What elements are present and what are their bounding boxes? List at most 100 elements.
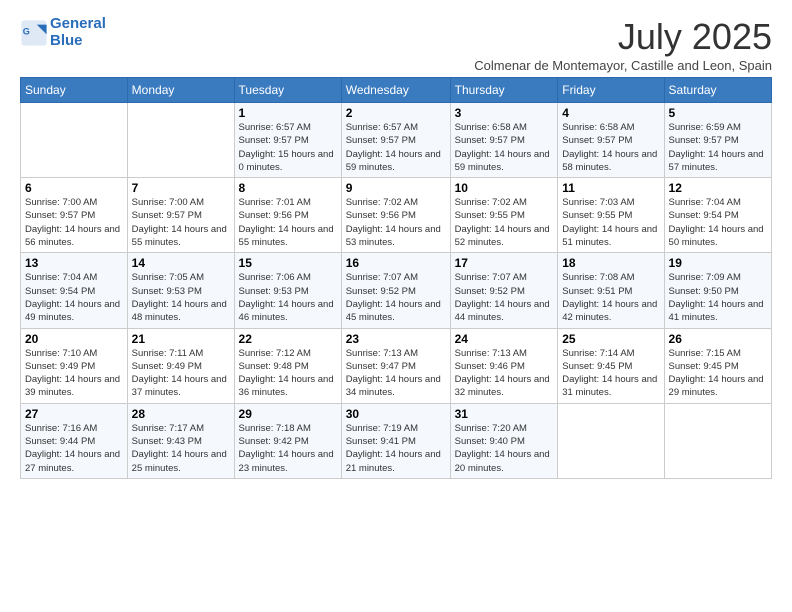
month-title: July 2025	[474, 16, 772, 58]
day-number: 6	[25, 181, 123, 195]
day-cell: 28 Sunrise: 7:17 AMSunset: 9:43 PMDaylig…	[127, 403, 234, 478]
day-number: 27	[25, 407, 123, 421]
day-info: Sunrise: 7:07 AMSunset: 9:52 PMDaylight:…	[455, 271, 554, 324]
day-cell: 14 Sunrise: 7:05 AMSunset: 9:53 PMDaylig…	[127, 253, 234, 328]
day-info: Sunrise: 7:13 AMSunset: 9:46 PMDaylight:…	[455, 347, 554, 400]
day-info: Sunrise: 7:14 AMSunset: 9:45 PMDaylight:…	[562, 347, 659, 400]
day-number: 3	[455, 106, 554, 120]
day-info: Sunrise: 7:04 AMSunset: 9:54 PMDaylight:…	[669, 196, 767, 249]
day-number: 7	[132, 181, 230, 195]
day-number: 31	[455, 407, 554, 421]
day-info: Sunrise: 7:04 AMSunset: 9:54 PMDaylight:…	[25, 271, 123, 324]
day-number: 14	[132, 256, 230, 270]
day-info: Sunrise: 7:00 AMSunset: 9:57 PMDaylight:…	[132, 196, 230, 249]
day-info: Sunrise: 7:00 AMSunset: 9:57 PMDaylight:…	[25, 196, 123, 249]
header-cell-sunday: Sunday	[21, 78, 128, 103]
day-cell: 9 Sunrise: 7:02 AMSunset: 9:56 PMDayligh…	[341, 178, 450, 253]
day-cell: 23 Sunrise: 7:13 AMSunset: 9:47 PMDaylig…	[341, 328, 450, 403]
day-cell: 26 Sunrise: 7:15 AMSunset: 9:45 PMDaylig…	[664, 328, 771, 403]
week-row-2: 13 Sunrise: 7:04 AMSunset: 9:54 PMDaylig…	[21, 253, 772, 328]
day-number: 28	[132, 407, 230, 421]
day-number: 2	[346, 106, 446, 120]
day-cell: 7 Sunrise: 7:00 AMSunset: 9:57 PMDayligh…	[127, 178, 234, 253]
week-row-1: 6 Sunrise: 7:00 AMSunset: 9:57 PMDayligh…	[21, 178, 772, 253]
calendar-table: SundayMondayTuesdayWednesdayThursdayFrid…	[20, 77, 772, 479]
day-number: 10	[455, 181, 554, 195]
day-cell: 2 Sunrise: 6:57 AMSunset: 9:57 PMDayligh…	[341, 103, 450, 178]
day-cell: 30 Sunrise: 7:19 AMSunset: 9:41 PMDaylig…	[341, 403, 450, 478]
day-cell: 27 Sunrise: 7:16 AMSunset: 9:44 PMDaylig…	[21, 403, 128, 478]
day-info: Sunrise: 6:58 AMSunset: 9:57 PMDaylight:…	[562, 121, 659, 174]
day-number: 20	[25, 332, 123, 346]
day-cell	[558, 403, 664, 478]
day-info: Sunrise: 6:57 AMSunset: 9:57 PMDaylight:…	[346, 121, 446, 174]
day-number: 24	[455, 332, 554, 346]
day-info: Sunrise: 7:18 AMSunset: 9:42 PMDaylight:…	[239, 422, 337, 475]
day-info: Sunrise: 6:59 AMSunset: 9:57 PMDaylight:…	[669, 121, 767, 174]
day-cell: 17 Sunrise: 7:07 AMSunset: 9:52 PMDaylig…	[450, 253, 558, 328]
day-info: Sunrise: 7:17 AMSunset: 9:43 PMDaylight:…	[132, 422, 230, 475]
day-cell: 13 Sunrise: 7:04 AMSunset: 9:54 PMDaylig…	[21, 253, 128, 328]
header-cell-saturday: Saturday	[664, 78, 771, 103]
day-info: Sunrise: 7:20 AMSunset: 9:40 PMDaylight:…	[455, 422, 554, 475]
day-number: 1	[239, 106, 337, 120]
day-info: Sunrise: 7:19 AMSunset: 9:41 PMDaylight:…	[346, 422, 446, 475]
day-info: Sunrise: 7:07 AMSunset: 9:52 PMDaylight:…	[346, 271, 446, 324]
day-number: 23	[346, 332, 446, 346]
day-info: Sunrise: 7:16 AMSunset: 9:44 PMDaylight:…	[25, 422, 123, 475]
day-info: Sunrise: 7:06 AMSunset: 9:53 PMDaylight:…	[239, 271, 337, 324]
day-cell: 21 Sunrise: 7:11 AMSunset: 9:49 PMDaylig…	[127, 328, 234, 403]
day-info: Sunrise: 7:12 AMSunset: 9:48 PMDaylight:…	[239, 347, 337, 400]
day-cell: 4 Sunrise: 6:58 AMSunset: 9:57 PMDayligh…	[558, 103, 664, 178]
day-cell: 20 Sunrise: 7:10 AMSunset: 9:49 PMDaylig…	[21, 328, 128, 403]
header-cell-monday: Monday	[127, 78, 234, 103]
day-number: 12	[669, 181, 767, 195]
day-cell: 12 Sunrise: 7:04 AMSunset: 9:54 PMDaylig…	[664, 178, 771, 253]
day-number: 30	[346, 407, 446, 421]
day-info: Sunrise: 7:08 AMSunset: 9:51 PMDaylight:…	[562, 271, 659, 324]
day-info: Sunrise: 7:10 AMSunset: 9:49 PMDaylight:…	[25, 347, 123, 400]
header-cell-thursday: Thursday	[450, 78, 558, 103]
header-row: SundayMondayTuesdayWednesdayThursdayFrid…	[21, 78, 772, 103]
week-row-4: 27 Sunrise: 7:16 AMSunset: 9:44 PMDaylig…	[21, 403, 772, 478]
day-number: 25	[562, 332, 659, 346]
day-cell: 3 Sunrise: 6:58 AMSunset: 9:57 PMDayligh…	[450, 103, 558, 178]
location-subtitle: Colmenar de Montemayor, Castille and Leo…	[474, 58, 772, 73]
day-number: 5	[669, 106, 767, 120]
day-cell: 18 Sunrise: 7:08 AMSunset: 9:51 PMDaylig…	[558, 253, 664, 328]
day-info: Sunrise: 7:09 AMSunset: 9:50 PMDaylight:…	[669, 271, 767, 324]
day-info: Sunrise: 7:11 AMSunset: 9:49 PMDaylight:…	[132, 347, 230, 400]
day-info: Sunrise: 7:13 AMSunset: 9:47 PMDaylight:…	[346, 347, 446, 400]
day-cell: 16 Sunrise: 7:07 AMSunset: 9:52 PMDaylig…	[341, 253, 450, 328]
day-cell	[127, 103, 234, 178]
day-info: Sunrise: 7:02 AMSunset: 9:56 PMDaylight:…	[346, 196, 446, 249]
day-cell: 19 Sunrise: 7:09 AMSunset: 9:50 PMDaylig…	[664, 253, 771, 328]
svg-text:G: G	[23, 26, 30, 36]
day-number: 15	[239, 256, 337, 270]
day-cell: 8 Sunrise: 7:01 AMSunset: 9:56 PMDayligh…	[234, 178, 341, 253]
logo-text: General Blue	[50, 16, 106, 49]
day-cell: 11 Sunrise: 7:03 AMSunset: 9:55 PMDaylig…	[558, 178, 664, 253]
page: G General Blue July 2025 Colmenar de Mon…	[0, 0, 792, 491]
day-cell	[21, 103, 128, 178]
day-number: 29	[239, 407, 337, 421]
title-block: July 2025 Colmenar de Montemayor, Castil…	[474, 16, 772, 73]
day-info: Sunrise: 7:15 AMSunset: 9:45 PMDaylight:…	[669, 347, 767, 400]
day-cell: 31 Sunrise: 7:20 AMSunset: 9:40 PMDaylig…	[450, 403, 558, 478]
day-cell: 24 Sunrise: 7:13 AMSunset: 9:46 PMDaylig…	[450, 328, 558, 403]
day-cell: 1 Sunrise: 6:57 AMSunset: 9:57 PMDayligh…	[234, 103, 341, 178]
day-number: 16	[346, 256, 446, 270]
day-cell: 10 Sunrise: 7:02 AMSunset: 9:55 PMDaylig…	[450, 178, 558, 253]
day-number: 26	[669, 332, 767, 346]
logo-icon: G	[20, 19, 48, 47]
day-info: Sunrise: 6:58 AMSunset: 9:57 PMDaylight:…	[455, 121, 554, 174]
day-number: 21	[132, 332, 230, 346]
day-cell: 15 Sunrise: 7:06 AMSunset: 9:53 PMDaylig…	[234, 253, 341, 328]
day-cell: 22 Sunrise: 7:12 AMSunset: 9:48 PMDaylig…	[234, 328, 341, 403]
header-cell-wednesday: Wednesday	[341, 78, 450, 103]
day-info: Sunrise: 7:03 AMSunset: 9:55 PMDaylight:…	[562, 196, 659, 249]
header-cell-tuesday: Tuesday	[234, 78, 341, 103]
header-cell-friday: Friday	[558, 78, 664, 103]
day-number: 11	[562, 181, 659, 195]
day-info: Sunrise: 6:57 AMSunset: 9:57 PMDaylight:…	[239, 121, 337, 174]
